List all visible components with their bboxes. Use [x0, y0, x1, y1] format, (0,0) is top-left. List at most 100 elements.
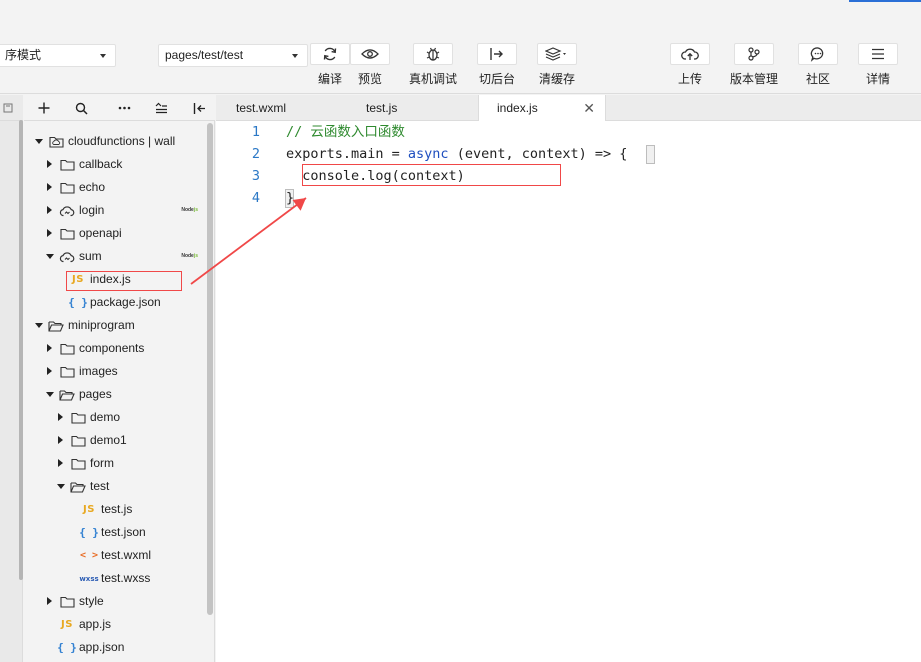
tree-item-label: miniprogram	[68, 318, 135, 332]
add-icon[interactable]	[35, 99, 53, 117]
tree-item-label: demo	[90, 410, 121, 424]
js-file-icon: JS	[61, 619, 73, 630]
strip-scrollbar[interactable]	[19, 120, 23, 580]
chevron-right-icon[interactable]	[56, 452, 66, 475]
chevron-right-icon[interactable]	[56, 406, 66, 429]
tree-item-label: test.wxss	[101, 571, 151, 585]
branch-icon	[734, 43, 774, 65]
tree-item[interactable]: echo	[24, 176, 204, 199]
chevron-right-icon[interactable]	[45, 360, 55, 383]
search-icon[interactable]	[72, 99, 90, 117]
tree-item[interactable]: callback	[24, 153, 204, 176]
chevron-right-icon[interactable]	[56, 429, 66, 452]
file-tree-scrollbar[interactable]	[207, 123, 213, 615]
line-number: 4	[251, 190, 260, 206]
tab-test-js[interactable]: test.js	[366, 95, 456, 121]
community-label: 社区	[805, 72, 830, 86]
chevron-right-icon[interactable]	[45, 337, 55, 360]
tree-item[interactable]: JS test.js	[24, 498, 204, 521]
tree-item-label: style	[79, 594, 104, 608]
tree-item[interactable]: JS app.js	[24, 613, 204, 636]
folder-icon	[59, 222, 75, 245]
version-control-button[interactable]: 版本管理	[724, 43, 784, 89]
tree-item[interactable]: form	[24, 452, 204, 475]
community-button[interactable]: 社区	[788, 43, 848, 89]
toggle-panel-icon[interactable]	[190, 99, 208, 117]
top-toolbar: 序模式 pages/test/test 编译 预览 真机调试 切后台 清缓存 上…	[0, 0, 921, 94]
tree-item[interactable]: images	[24, 360, 204, 383]
chevron-down-icon[interactable]	[45, 245, 55, 268]
tree-item-label: openapi	[79, 226, 122, 240]
folder-icon	[70, 406, 86, 429]
selected-file-highlight	[66, 271, 182, 291]
tree-item[interactable]: components	[24, 337, 204, 360]
code-keyword: async	[407, 146, 449, 162]
tree-item-label: form	[90, 456, 114, 470]
chevron-right-icon[interactable]	[45, 199, 55, 222]
code-token: exports.main =	[286, 146, 408, 162]
code-editor[interactable]: 1 2 3 4 // 云函数入口函数 exports.main = async …	[216, 121, 921, 662]
tree-item[interactable]: demo	[24, 406, 204, 429]
tree-item[interactable]: style	[24, 590, 204, 613]
menu-icon	[858, 43, 898, 65]
more-icon[interactable]	[115, 99, 133, 117]
code-line-comment: // 云函数入口函数	[286, 124, 405, 140]
chevron-down-icon[interactable]	[34, 130, 44, 153]
tree-item-label: images	[79, 364, 118, 378]
code-line-2: exports.main = async (event, context) =>…	[286, 143, 627, 165]
folder-icon	[59, 337, 75, 360]
clear-cache-label: 清缓存	[538, 72, 575, 86]
remote-debug-button[interactable]: 真机调试	[403, 43, 463, 89]
tree-item[interactable]: { } package.json	[24, 291, 204, 314]
upload-button[interactable]: 上传	[660, 43, 720, 89]
collapse-all-icon[interactable]	[152, 99, 170, 117]
details-button[interactable]: 详情	[848, 43, 908, 89]
code-highlight-box	[302, 164, 561, 186]
chevron-down-icon[interactable]	[56, 475, 66, 498]
tree-item[interactable]: miniprogram	[24, 314, 204, 337]
tree-item-label: app.js	[79, 617, 112, 631]
chevron-right-icon[interactable]	[45, 590, 55, 613]
version-control-label: 版本管理	[729, 72, 778, 86]
tree-item[interactable]: wxss test.wxss	[24, 567, 204, 590]
tree-item-label: pages	[79, 387, 112, 401]
preview-button[interactable]: 预览	[340, 43, 400, 89]
chevron-right-icon[interactable]	[45, 176, 55, 199]
chevron-right-icon[interactable]	[45, 153, 55, 176]
json-file-icon: { }	[79, 526, 99, 539]
wxss-file-icon: wxss	[79, 574, 99, 583]
tree-item[interactable]: openapi	[24, 222, 204, 245]
tree-item[interactable]: cloudfunctions | wall	[24, 130, 204, 153]
folder-icon	[70, 429, 86, 452]
tree-item[interactable]: { } app.json	[24, 636, 204, 659]
window-icon[interactable]	[3, 103, 13, 113]
tree-item[interactable]: login Nodejs	[24, 199, 204, 222]
tree-item[interactable]: < > test.wxml	[24, 544, 204, 567]
tree-item[interactable]: test	[24, 475, 204, 498]
cloud-folder-icon	[48, 130, 64, 153]
tree-item[interactable]: demo1	[24, 429, 204, 452]
editor-tabs: test.wxml test.js index.js ✕	[216, 95, 921, 122]
mode-select-value: 序模式	[5, 48, 42, 62]
chevron-down-icon[interactable]	[45, 383, 55, 406]
tree-item-label: echo	[79, 180, 106, 194]
clear-cache-button[interactable]: 清缓存	[527, 43, 587, 89]
tab-test-wxml[interactable]: test.wxml	[236, 95, 326, 121]
chevron-right-icon[interactable]	[45, 222, 55, 245]
tree-item[interactable]: pages	[24, 383, 204, 406]
tab-index-js[interactable]: index.js ✕	[478, 95, 606, 122]
tree-item[interactable]: sum Nodejs	[24, 245, 204, 268]
tree-item[interactable]: { } test.json	[24, 521, 204, 544]
tree-item-label: test.wxml	[101, 548, 152, 562]
mode-select[interactable]: 序模式	[0, 44, 116, 67]
close-icon[interactable]: ✕	[583, 95, 595, 121]
switch-background-button[interactable]: 切后台	[467, 43, 527, 89]
cloud-upload-icon	[670, 43, 710, 65]
remote-debug-label: 真机调试	[408, 72, 457, 86]
cloud-function-icon	[59, 245, 75, 268]
tree-item-label: components	[79, 341, 145, 355]
tree-item-label: package.json	[90, 295, 161, 309]
chevron-down-icon[interactable]	[34, 314, 44, 337]
code-line-4: }	[286, 190, 295, 206]
page-select[interactable]: pages/test/test	[158, 44, 308, 67]
